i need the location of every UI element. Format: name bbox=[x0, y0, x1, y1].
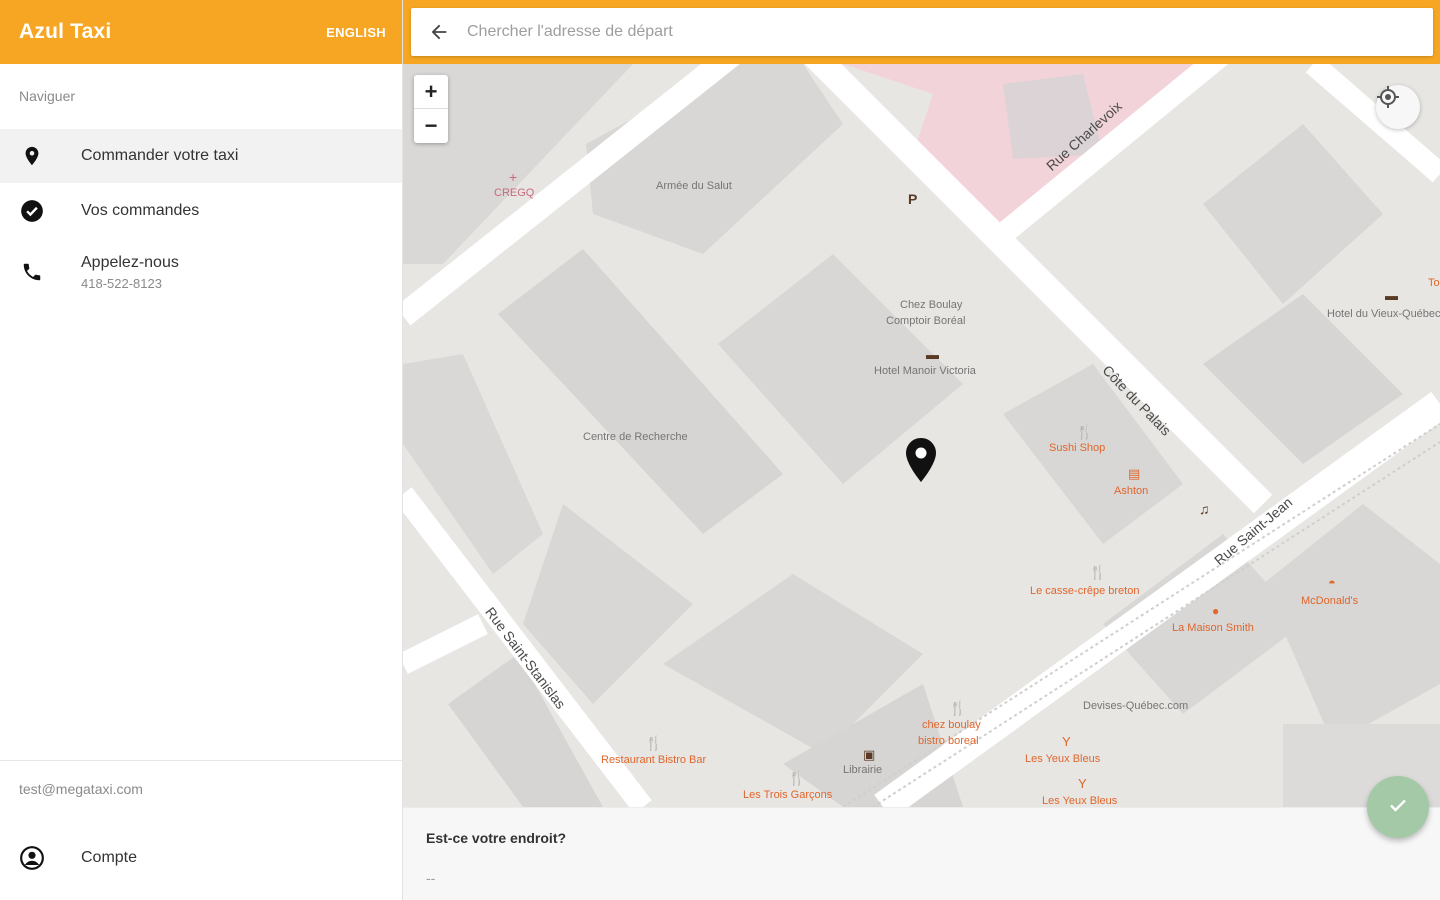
address-value: -- bbox=[426, 870, 436, 886]
phone-icon bbox=[18, 258, 46, 286]
nav-item-call-us[interactable]: Appelez-nous 418-522-8123 bbox=[0, 239, 402, 305]
map-place-label: Le casse-crêpe breton bbox=[1030, 585, 1140, 597]
nav-section-label: Naviguer bbox=[19, 88, 76, 104]
book-store-icon: ▣ bbox=[863, 747, 876, 762]
map-place-label: To bbox=[1428, 277, 1440, 289]
map-place-label: Chez Boulay bbox=[900, 299, 963, 311]
parking-icon: P bbox=[908, 191, 918, 207]
nav-item-label: Appelez-nous bbox=[81, 253, 179, 271]
map-place-label: Librairie bbox=[843, 764, 883, 776]
zoom-out-button[interactable]: − bbox=[414, 109, 448, 143]
search-header bbox=[403, 0, 1440, 64]
map-place-label: bistro boreal bbox=[918, 735, 979, 747]
map-place-label: Ashton bbox=[1114, 485, 1149, 497]
map-place-label: Les Trois Garçons bbox=[743, 789, 833, 801]
drawer-app-bar: Azul Taxi ENGLISH bbox=[0, 0, 402, 64]
bar-icon: Y bbox=[1078, 776, 1087, 791]
location-pin-icon bbox=[18, 142, 46, 170]
map-place-label: La Maison Smith bbox=[1172, 622, 1254, 634]
bar-icon: Y bbox=[1062, 734, 1071, 749]
nav-item-account[interactable]: Compte bbox=[0, 833, 402, 883]
confirm-question: Est-ce votre endroit? bbox=[426, 830, 567, 846]
zoom-control: + − bbox=[414, 75, 448, 143]
map-place-label: Comptoir Boréal bbox=[886, 315, 966, 327]
map-place-label: Armée du Salut bbox=[656, 180, 732, 192]
check-circle-icon bbox=[18, 197, 46, 225]
map-place-label: CREGQ bbox=[494, 187, 535, 199]
map-place-label: Devises-Québec.com bbox=[1083, 700, 1189, 712]
map-canvas[interactable]: + − CREGQ Armée du Salut Chez Boulay Com… bbox=[403, 64, 1440, 807]
app-title: Azul Taxi bbox=[19, 20, 112, 43]
my-location-button[interactable] bbox=[1376, 85, 1420, 129]
restaurant-icon: 🍴 bbox=[949, 700, 967, 716]
map-place-label: McDonald's bbox=[1301, 595, 1359, 607]
language-button[interactable]: ENGLISH bbox=[326, 25, 386, 40]
account-circle-icon bbox=[18, 844, 46, 872]
map-place-label: Hotel Manoir Victoria bbox=[874, 365, 976, 377]
zoom-in-button[interactable]: + bbox=[414, 75, 448, 109]
nav-item-my-orders[interactable]: Vos commandes bbox=[0, 183, 402, 239]
restaurant-icon: 🍴 bbox=[788, 770, 806, 786]
nav-item-text: Appelez-nous 418-522-8123 bbox=[81, 254, 179, 291]
navigation-drawer: Azul Taxi ENGLISH Naviguer Commander vot… bbox=[0, 0, 403, 900]
map-area: + − CREGQ Armée du Salut Chez Boulay Com… bbox=[403, 0, 1440, 900]
confirm-location-button[interactable] bbox=[1367, 776, 1429, 838]
fastfood-icon: ◓ bbox=[1328, 575, 1336, 590]
restaurant-icon: 🍴 bbox=[645, 735, 663, 751]
medical-cross-icon: + bbox=[509, 169, 518, 185]
map-place-label: Hotel du Vieux-Québec bbox=[1327, 308, 1440, 320]
store-icon: ▤ bbox=[1128, 466, 1141, 481]
user-email: test@megataxi.com bbox=[19, 781, 143, 797]
nav-item-order-taxi[interactable]: Commander votre taxi bbox=[0, 129, 402, 183]
restaurant-icon: 🍴 bbox=[1089, 564, 1107, 580]
location-confirm-sheet: Est-ce votre endroit? -- bbox=[403, 807, 1440, 900]
map-place-label: Restaurant Bistro Bar bbox=[601, 754, 707, 766]
nav-item-label: Commander votre taxi bbox=[81, 147, 239, 164]
hotel-icon: ▬ bbox=[1385, 288, 1398, 303]
back-arrow-icon[interactable] bbox=[411, 8, 467, 56]
phone-number: 418-522-8123 bbox=[81, 275, 162, 291]
drawer-footer: test@megataxi.com Compte bbox=[0, 760, 402, 883]
map-place-label: Les Yeux Bleus bbox=[1042, 795, 1118, 807]
cafe-icon: ● bbox=[1212, 604, 1220, 618]
music-icon: ♫ bbox=[1199, 501, 1210, 517]
nav-item-label: Vos commandes bbox=[81, 202, 200, 219]
search-bar bbox=[411, 8, 1433, 56]
nav-item-label: Compte bbox=[81, 849, 138, 866]
search-input[interactable] bbox=[467, 23, 1433, 41]
map-place-label: Les Yeux Bleus bbox=[1025, 753, 1101, 765]
map-place-label: chez boulay bbox=[922, 719, 981, 731]
restaurant-icon: 🍴 bbox=[1076, 424, 1094, 440]
check-icon bbox=[1386, 793, 1410, 822]
map-place-label: Centre de Recherche bbox=[583, 431, 688, 443]
selected-location-pin-icon[interactable] bbox=[903, 436, 939, 484]
map-place-label: Sushi Shop bbox=[1049, 442, 1106, 454]
hotel-icon: ▬ bbox=[926, 347, 939, 362]
